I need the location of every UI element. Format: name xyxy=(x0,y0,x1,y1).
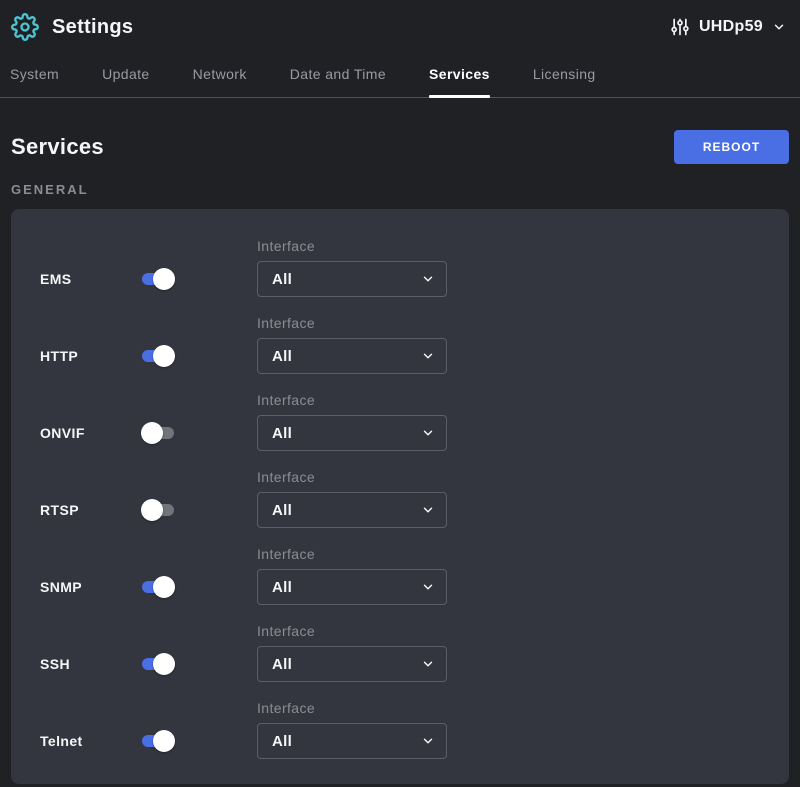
tab-network[interactable]: Network xyxy=(193,60,247,97)
http-toggle[interactable] xyxy=(141,345,175,367)
service-label: HTTP xyxy=(40,347,141,374)
snmp-interface-select[interactable]: All xyxy=(257,569,447,605)
service-row-snmp: SNMP Interface All xyxy=(40,545,760,605)
tab-system[interactable]: System xyxy=(10,60,59,97)
tab-services[interactable]: Services xyxy=(429,60,490,97)
tab-licensing[interactable]: Licensing xyxy=(533,60,596,97)
reboot-button[interactable]: REBOOT xyxy=(674,130,789,164)
select-value: All xyxy=(272,425,292,442)
service-row-rtsp: RTSP Interface All xyxy=(40,468,760,528)
device-selector[interactable]: UHDp59 xyxy=(670,17,786,37)
service-label: SSH xyxy=(40,655,141,682)
chevron-down-icon xyxy=(421,734,435,748)
select-value: All xyxy=(272,733,292,750)
chevron-down-icon xyxy=(421,272,435,286)
service-label: RTSP xyxy=(40,501,141,528)
ssh-interface-select[interactable]: All xyxy=(257,646,447,682)
chevron-down-icon xyxy=(421,657,435,671)
settings-gear-icon xyxy=(10,12,40,42)
select-value: All xyxy=(272,579,292,596)
snmp-toggle[interactable] xyxy=(141,576,175,598)
interface-label: Interface xyxy=(257,622,447,640)
device-name: UHDp59 xyxy=(699,18,763,36)
onvif-interface-select[interactable]: All xyxy=(257,415,447,451)
interface-label: Interface xyxy=(257,699,447,717)
services-page: Services REBOOT GENERAL EMS Interface Al… xyxy=(0,130,800,784)
chevron-down-icon xyxy=(421,349,435,363)
settings-tabbar: System Update Network Date and Time Serv… xyxy=(0,54,800,98)
interface-label: Interface xyxy=(257,468,447,486)
service-label: SNMP xyxy=(40,578,141,605)
services-heading: Services xyxy=(11,134,104,160)
tab-update[interactable]: Update xyxy=(102,60,150,97)
service-row-ems: EMS Interface All xyxy=(40,237,760,297)
select-value: All xyxy=(272,502,292,519)
rtsp-interface-select[interactable]: All xyxy=(257,492,447,528)
select-value: All xyxy=(272,271,292,288)
app-header: Settings UHDp59 xyxy=(0,0,800,54)
chevron-down-icon xyxy=(421,426,435,440)
service-row-http: HTTP Interface All xyxy=(40,314,760,374)
page-title: Settings xyxy=(52,16,133,39)
service-row-onvif: ONVIF Interface All xyxy=(40,391,760,451)
sliders-icon xyxy=(670,17,690,37)
telnet-toggle[interactable] xyxy=(141,730,175,752)
chevron-down-icon xyxy=(421,503,435,517)
interface-label: Interface xyxy=(257,391,447,409)
service-row-ssh: SSH Interface All xyxy=(40,622,760,682)
select-value: All xyxy=(272,348,292,365)
service-row-telnet: Telnet Interface All xyxy=(40,699,760,759)
tab-date-and-time[interactable]: Date and Time xyxy=(290,60,386,97)
ems-toggle[interactable] xyxy=(141,268,175,290)
service-label: Telnet xyxy=(40,732,141,759)
interface-label: Interface xyxy=(257,545,447,563)
interface-label: Interface xyxy=(257,237,447,255)
ems-interface-select[interactable]: All xyxy=(257,261,447,297)
telnet-interface-select[interactable]: All xyxy=(257,723,447,759)
interface-label: Interface xyxy=(257,314,447,332)
onvif-toggle[interactable] xyxy=(141,422,175,444)
http-interface-select[interactable]: All xyxy=(257,338,447,374)
rtsp-toggle[interactable] xyxy=(141,499,175,521)
select-value: All xyxy=(272,656,292,673)
chevron-down-icon xyxy=(421,580,435,594)
services-panel: EMS Interface All HTTP Interface All xyxy=(11,209,789,784)
ssh-toggle[interactable] xyxy=(141,653,175,675)
chevron-down-icon xyxy=(772,20,786,34)
service-label: ONVIF xyxy=(40,424,141,451)
section-label-general: GENERAL xyxy=(11,182,789,197)
service-label: EMS xyxy=(40,270,141,297)
